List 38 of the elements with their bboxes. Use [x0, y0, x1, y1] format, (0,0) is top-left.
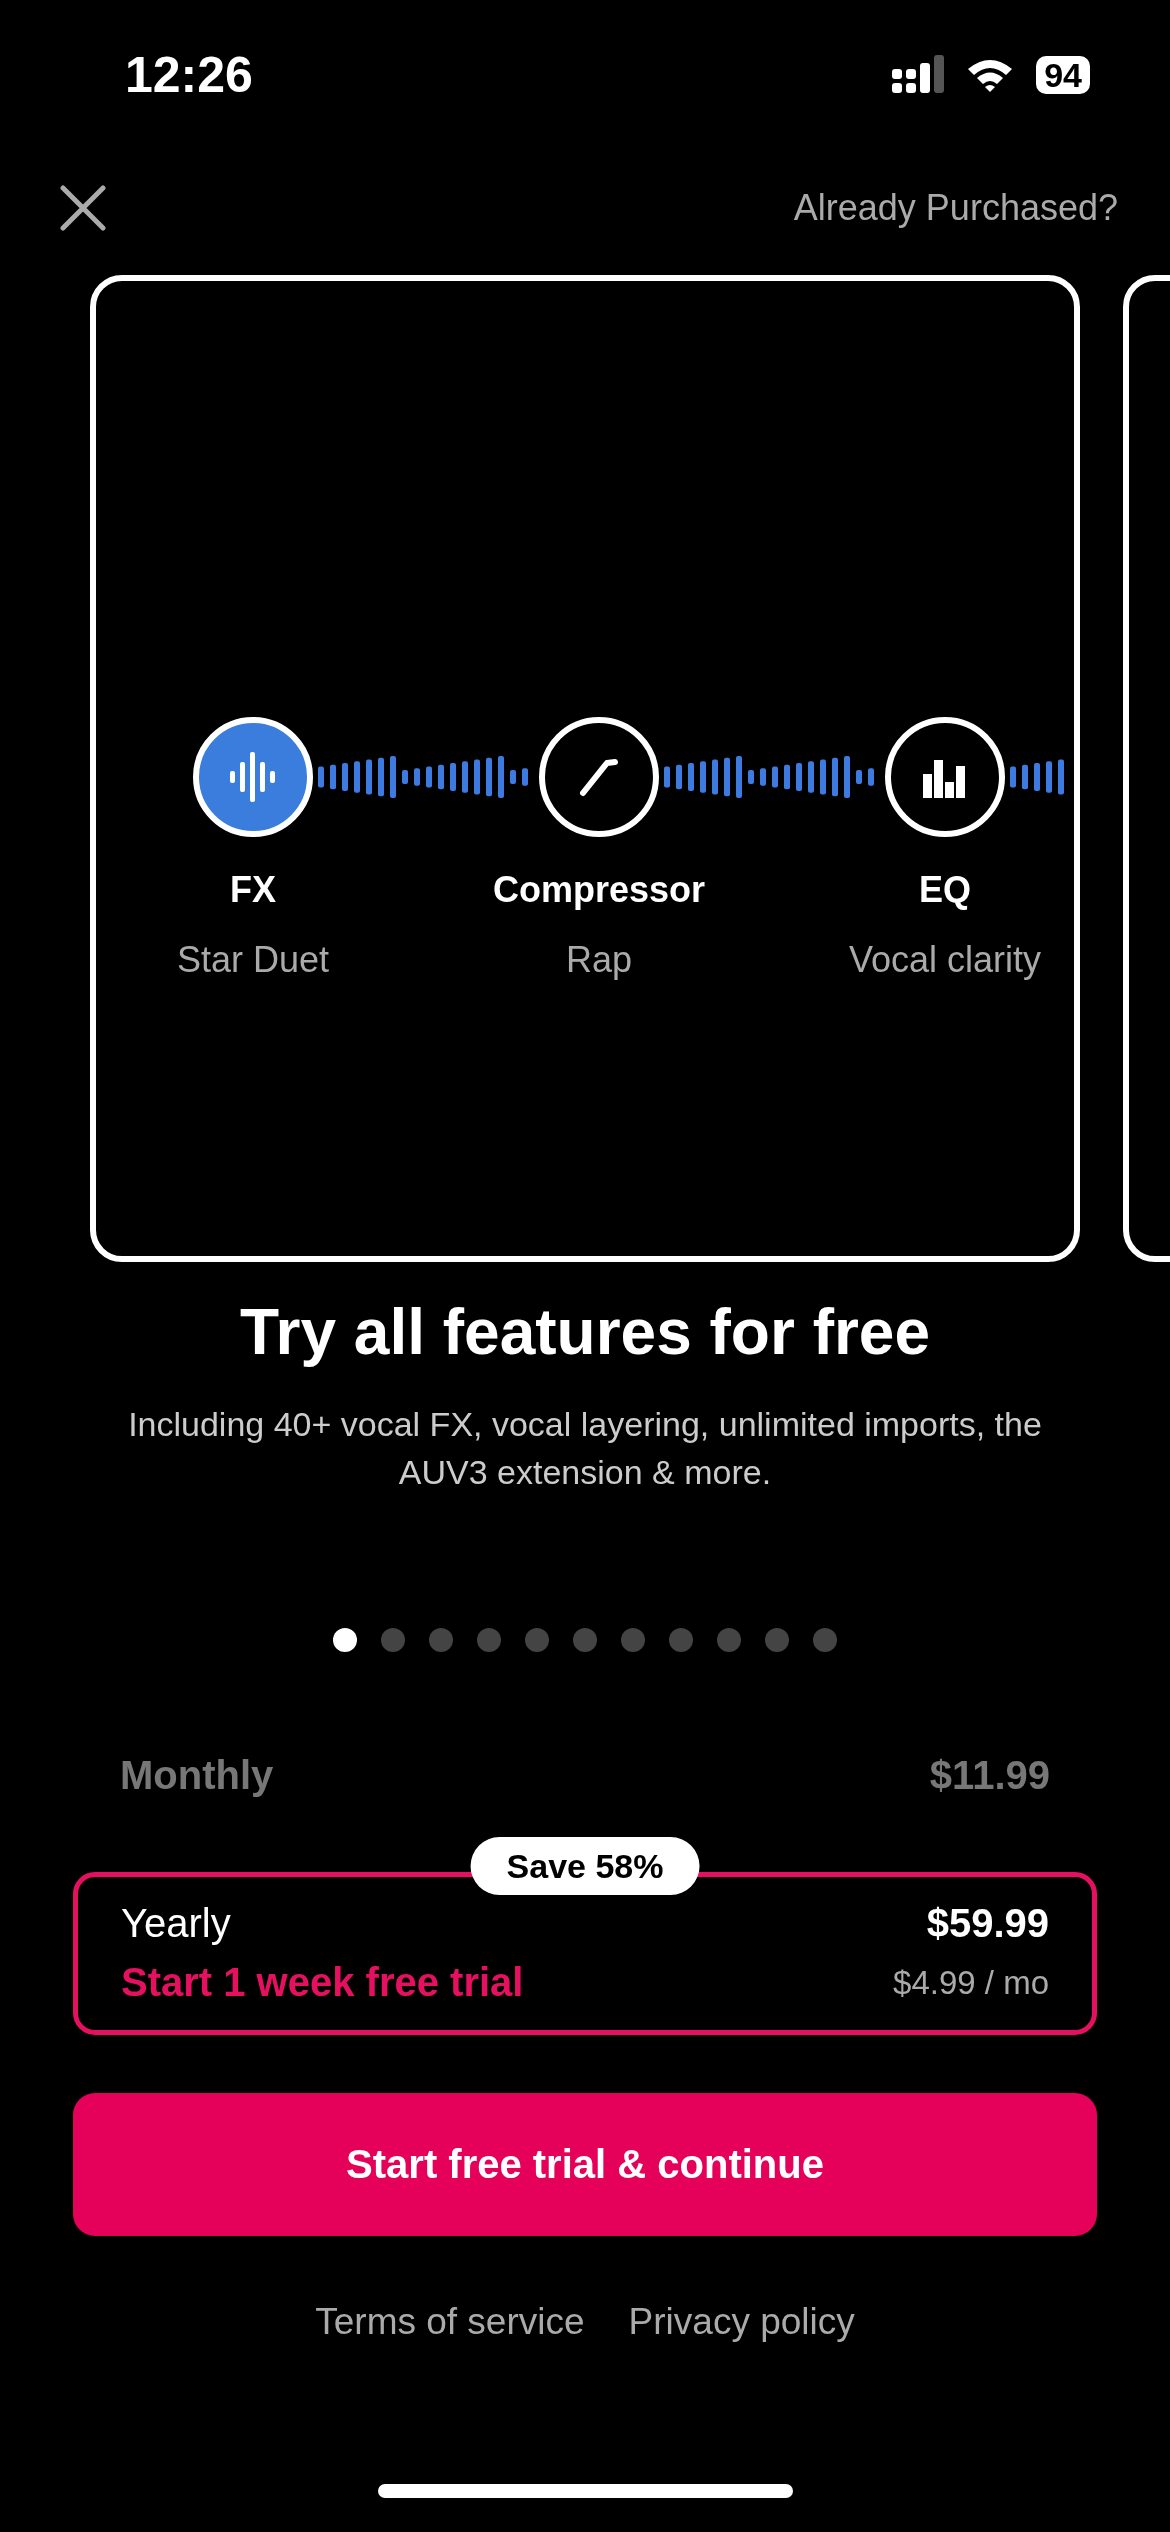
compressor-curve-icon — [579, 757, 619, 797]
plan-name: Yearly — [121, 1901, 231, 1946]
page-dot[interactable] — [813, 1628, 837, 1652]
trial-text: Start 1 week free trial — [121, 1960, 524, 2005]
headline: Try all features for free — [239, 1295, 931, 1370]
close-icon[interactable] — [60, 184, 106, 231]
page-dot[interactable] — [621, 1628, 645, 1652]
signal-icon — [892, 55, 945, 95]
waveform-icon — [228, 750, 278, 804]
already-purchased-link[interactable]: Already Purchased? — [793, 186, 1118, 229]
page-dot[interactable] — [429, 1628, 453, 1652]
wifi-icon — [966, 57, 1015, 93]
page-dot[interactable] — [381, 1628, 405, 1652]
battery-indicator: 94 — [1036, 56, 1090, 94]
page-dot[interactable] — [333, 1628, 357, 1652]
feature-name: EQ — [919, 869, 971, 911]
footer-link[interactable]: Terms of service — [315, 2298, 585, 2346]
page-dot[interactable] — [765, 1628, 789, 1652]
plan-option[interactable]: Monthly $11.99 — [120, 1750, 1050, 1800]
feature-preset: Rap — [565, 939, 632, 981]
savings-badge: Save 58% — [470, 1837, 700, 1895]
page-dot[interactable] — [717, 1628, 741, 1652]
page-dot[interactable] — [669, 1628, 693, 1652]
status-time: 12:26 — [125, 46, 253, 104]
feature-preset: Vocal clarity — [848, 939, 1042, 981]
page-dot[interactable] — [525, 1628, 549, 1652]
page-dot[interactable] — [477, 1628, 501, 1652]
plan-price: $11.99 — [929, 1752, 1050, 1799]
description: Including 40+ vocal FX, vocal layering, unlimited imports, the AUV3 extension & more. — [127, 1404, 1043, 1493]
monthly-price: $4.99 / mo — [893, 1963, 1049, 2002]
plan-name: Monthly — [120, 1752, 274, 1799]
footer-link[interactable]: Privacy policy — [628, 2298, 855, 2346]
plan-price: $59.99 — [926, 1901, 1049, 1946]
feature-name: FX — [230, 869, 276, 911]
start-trial-button[interactable]: Start free trial & continue — [73, 2093, 1097, 2236]
feature-preset: Star Duet — [176, 939, 330, 981]
feature-name: Compressor — [492, 869, 706, 911]
page-dot[interactable] — [573, 1628, 597, 1652]
